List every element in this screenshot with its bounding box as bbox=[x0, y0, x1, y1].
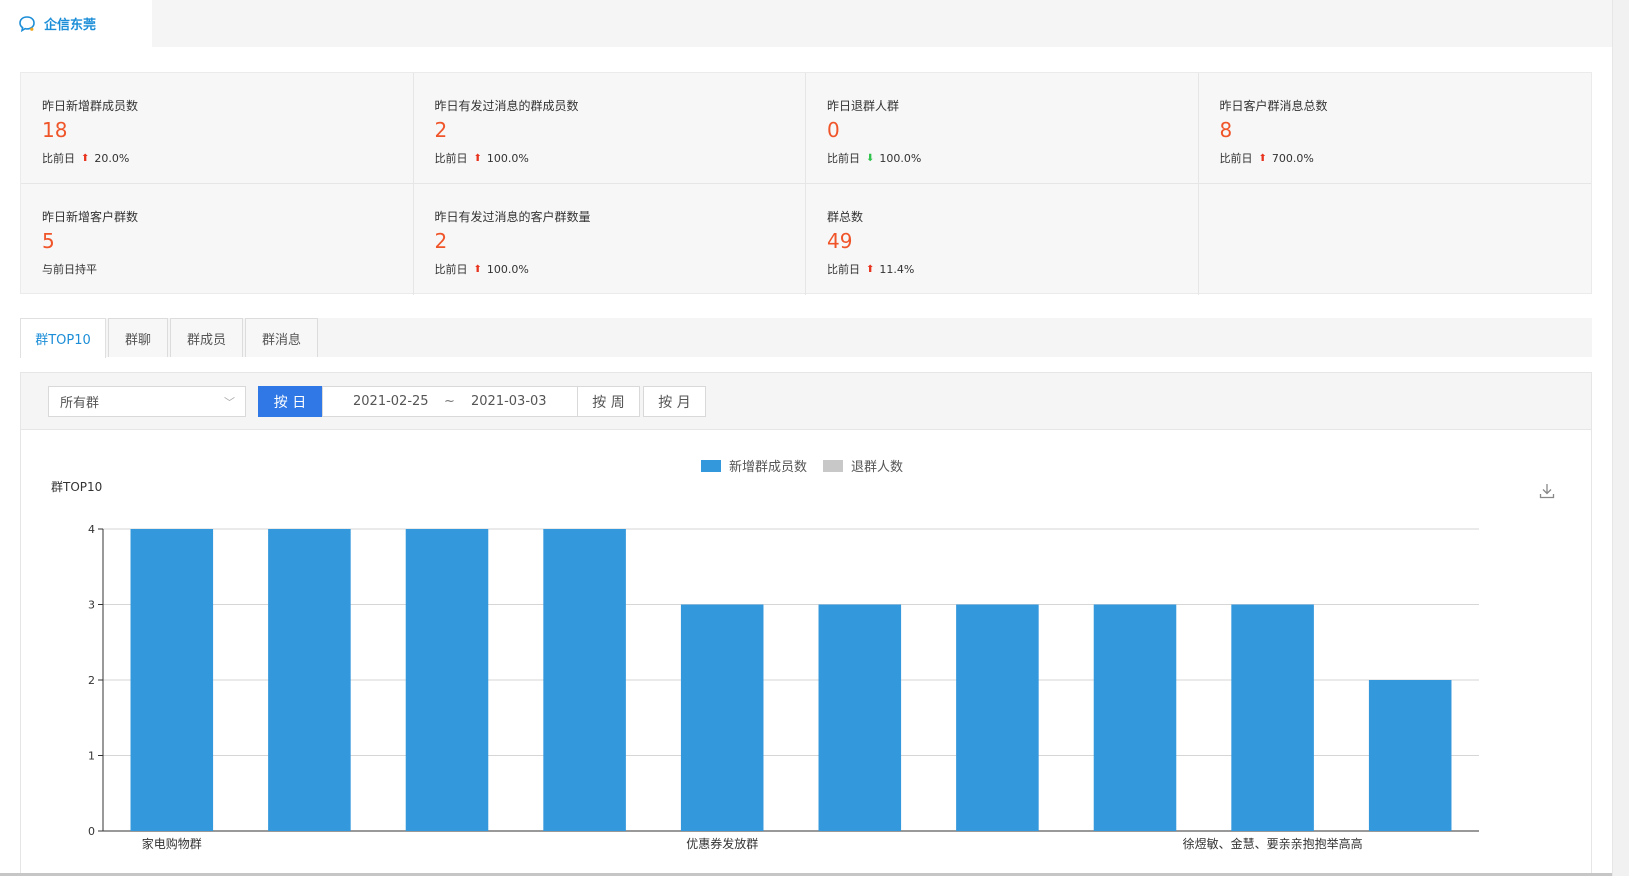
bar[interactable] bbox=[405, 529, 489, 831]
y-tick-label: 1 bbox=[88, 750, 95, 763]
x-tick-label: 优惠券发放群 bbox=[686, 836, 758, 851]
x-tick-label: 家电购物群 bbox=[142, 836, 202, 851]
y-tick-label: 3 bbox=[88, 599, 95, 612]
bar[interactable] bbox=[818, 604, 902, 832]
bar[interactable] bbox=[956, 604, 1039, 832]
bar-chart: 0 1 2 3 4 家电购物群 优惠券发放群 徐煜敏、金慧、要亲亲抱抱举高高 bbox=[88, 523, 1479, 851]
bar[interactable] bbox=[1093, 604, 1177, 832]
bar[interactable] bbox=[680, 604, 764, 832]
bar[interactable] bbox=[1231, 604, 1314, 832]
vertical-scrollbar[interactable] bbox=[1612, 0, 1629, 876]
y-tick-label: 2 bbox=[88, 674, 95, 687]
bar[interactable] bbox=[268, 529, 351, 831]
bar[interactable] bbox=[543, 529, 626, 831]
x-tick-label: 徐煜敏、金慧、要亲亲抱抱举高高 bbox=[1183, 836, 1363, 851]
bar[interactable] bbox=[1368, 680, 1452, 831]
y-tick-label: 4 bbox=[88, 523, 95, 536]
y-tick-label: 0 bbox=[88, 825, 95, 838]
bar[interactable] bbox=[130, 529, 214, 831]
